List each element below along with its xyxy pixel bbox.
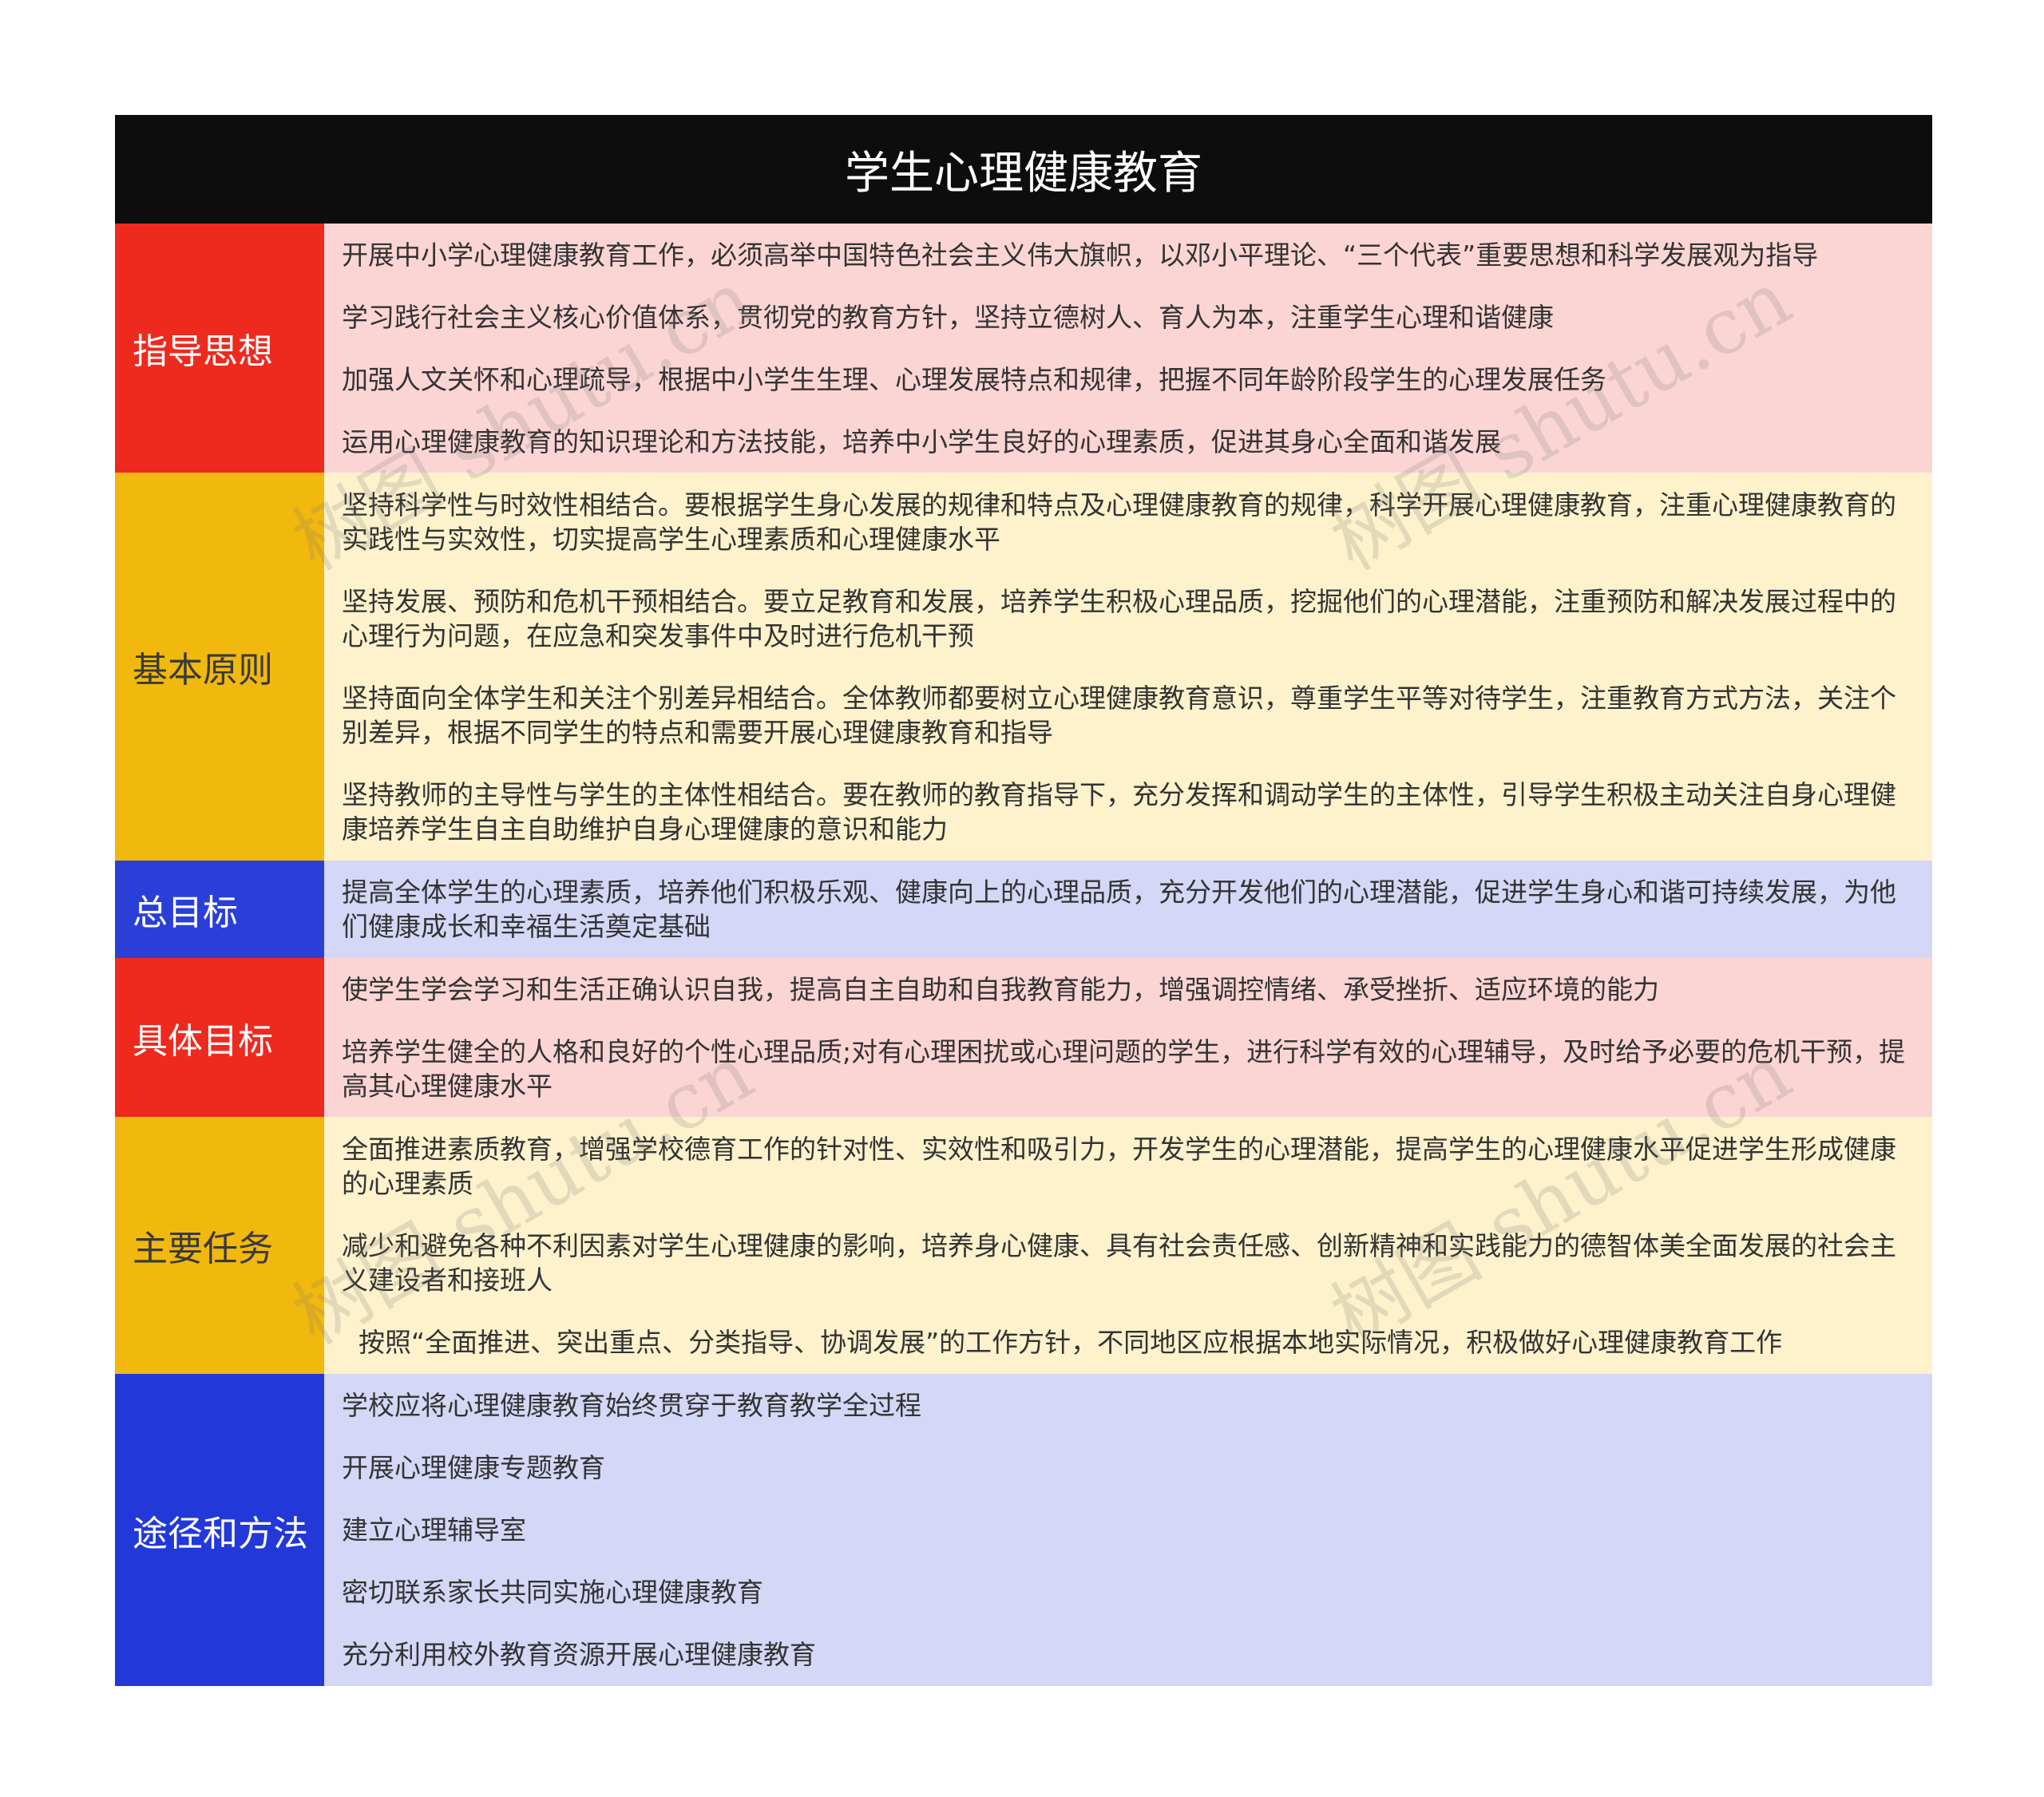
category-label-text: 指导思想 [133,331,273,372]
category-label[interactable]: 具体目标 [115,958,324,1117]
page-title: 学生心理健康教育 [845,147,1202,200]
list-item[interactable]: 学校应将心理健康教育始终贯穿于教育教学全过程 [342,1388,1919,1423]
category-label[interactable]: 途径和方法 [115,1374,324,1686]
row-overall-goal: 总目标 提高全体学生的心理素质，培养他们积极乐观、健康向上的心理品质，充分开发他… [115,861,1932,958]
mindmap-table: 学生心理健康教育 指导思想 开展中小学心理健康教育工作，必须高举中国特色社会主义… [115,115,1932,1686]
list-item[interactable]: 建立心理辅导室 [342,1513,1919,1547]
list-item[interactable]: 使学生学会学习和生活正确认识自我，提高自主自助和自我教育能力，增强调控情绪、承受… [342,972,1919,1007]
list-item[interactable]: 坚持科学性与时效性相结合。要根据学生身心发展的规律和特点及心理健康教育的规律，科… [342,488,1919,556]
category-label-text: 总目标 [133,893,238,933]
category-items: 提高全体学生的心理素质，培养他们积极乐观、健康向上的心理品质，充分开发他们的心理… [324,861,1932,958]
row-main-tasks: 主要任务 全面推进素质教育，增强学校德育工作的针对性、实效性和吸引力，开发学生的… [115,1117,1932,1374]
list-item[interactable]: 开展中小学心理健康教育工作，必须高举中国特色社会主义伟大旗帜，以邓小平理论、“三… [342,238,1919,272]
list-item[interactable]: 坚持发展、预防和危机干预相结合。要立足教育和发展，培养学生积极心理品质，挖掘他们… [342,584,1919,653]
list-item[interactable]: 减少和避免各种不利因素对学生心理健康的影响，培养身心健康、具有社会责任感、创新精… [342,1229,1919,1297]
list-item[interactable]: 开展心理健康专题教育 [342,1451,1919,1485]
list-item[interactable]: 坚持教师的主导性与学生的主体性相结合。要在教师的教育指导下，充分发挥和调动学生的… [342,778,1919,846]
category-label-text: 主要任务 [133,1229,273,1269]
list-item[interactable]: 全面推进素质教育，增强学校德育工作的针对性、实效性和吸引力，开发学生的心理潜能，… [342,1132,1919,1201]
category-label[interactable]: 主要任务 [115,1117,324,1374]
row-methods: 途径和方法 学校应将心理健康教育始终贯穿于教育教学全过程 开展心理健康专题教育 … [115,1374,1932,1686]
list-item[interactable]: 坚持面向全体学生和关注个别差异相结合。全体教师都要树立心理健康教育意识，尊重学生… [342,681,1919,750]
list-item[interactable]: 密切联系家长共同实施心理健康教育 [342,1575,1919,1609]
list-item[interactable]: 学习践行社会主义核心价值体系，贯彻党的教育方针，坚持立德树人、育人为本，注重学生… [342,300,1919,334]
title-bar: 学生心理健康教育 [115,115,1932,224]
category-label-text: 具体目标 [133,1020,273,1062]
row-basic-principles: 基本原则 坚持科学性与时效性相结合。要根据学生身心发展的规律和特点及心理健康教育… [115,473,1932,861]
list-item[interactable]: 提高全体学生的心理素质，培养他们积极乐观、健康向上的心理品质，充分开发他们的心理… [342,875,1919,944]
list-item[interactable]: 按照“全面推进、突出重点、分类指导、协调发展”的工作方针，不同地区应根据本地实际… [342,1325,1919,1360]
list-item[interactable]: 加强人文关怀和心理疏导，根据中小学生生理、心理发展特点和规律，把握不同年龄阶段学… [342,362,1919,397]
category-label[interactable]: 指导思想 [115,224,324,473]
list-item[interactable]: 培养学生健全的人格和良好的个性心理品质;对有心理困扰或心理问题的学生，进行科学有… [342,1035,1919,1103]
category-label-text: 途径和方法 [133,1513,308,1554]
category-label[interactable]: 总目标 [115,861,324,958]
row-guiding-ideology: 指导思想 开展中小学心理健康教育工作，必须高举中国特色社会主义伟大旗帜，以邓小平… [115,224,1932,473]
category-items: 开展中小学心理健康教育工作，必须高举中国特色社会主义伟大旗帜，以邓小平理论、“三… [324,224,1932,473]
category-label[interactable]: 基本原则 [115,473,324,861]
category-items: 使学生学会学习和生活正确认识自我，提高自主自助和自我教育能力，增强调控情绪、承受… [324,958,1932,1117]
list-item[interactable]: 充分利用校外教育资源开展心理健康教育 [342,1637,1919,1672]
category-items: 全面推进素质教育，增强学校德育工作的针对性、实效性和吸引力，开发学生的心理潜能，… [324,1117,1932,1374]
category-items: 坚持科学性与时效性相结合。要根据学生身心发展的规律和特点及心理健康教育的规律，科… [324,473,1932,861]
category-items: 学校应将心理健康教育始终贯穿于教育教学全过程 开展心理健康专题教育 建立心理辅导… [324,1374,1932,1686]
list-item[interactable]: 运用心理健康教育的知识理论和方法技能，培养中小学生良好的心理素质，促进其身心全面… [342,425,1919,459]
category-label-text: 基本原则 [133,650,273,691]
row-specific-goals: 具体目标 使学生学会学习和生活正确认识自我，提高自主自助和自我教育能力，增强调控… [115,958,1932,1117]
